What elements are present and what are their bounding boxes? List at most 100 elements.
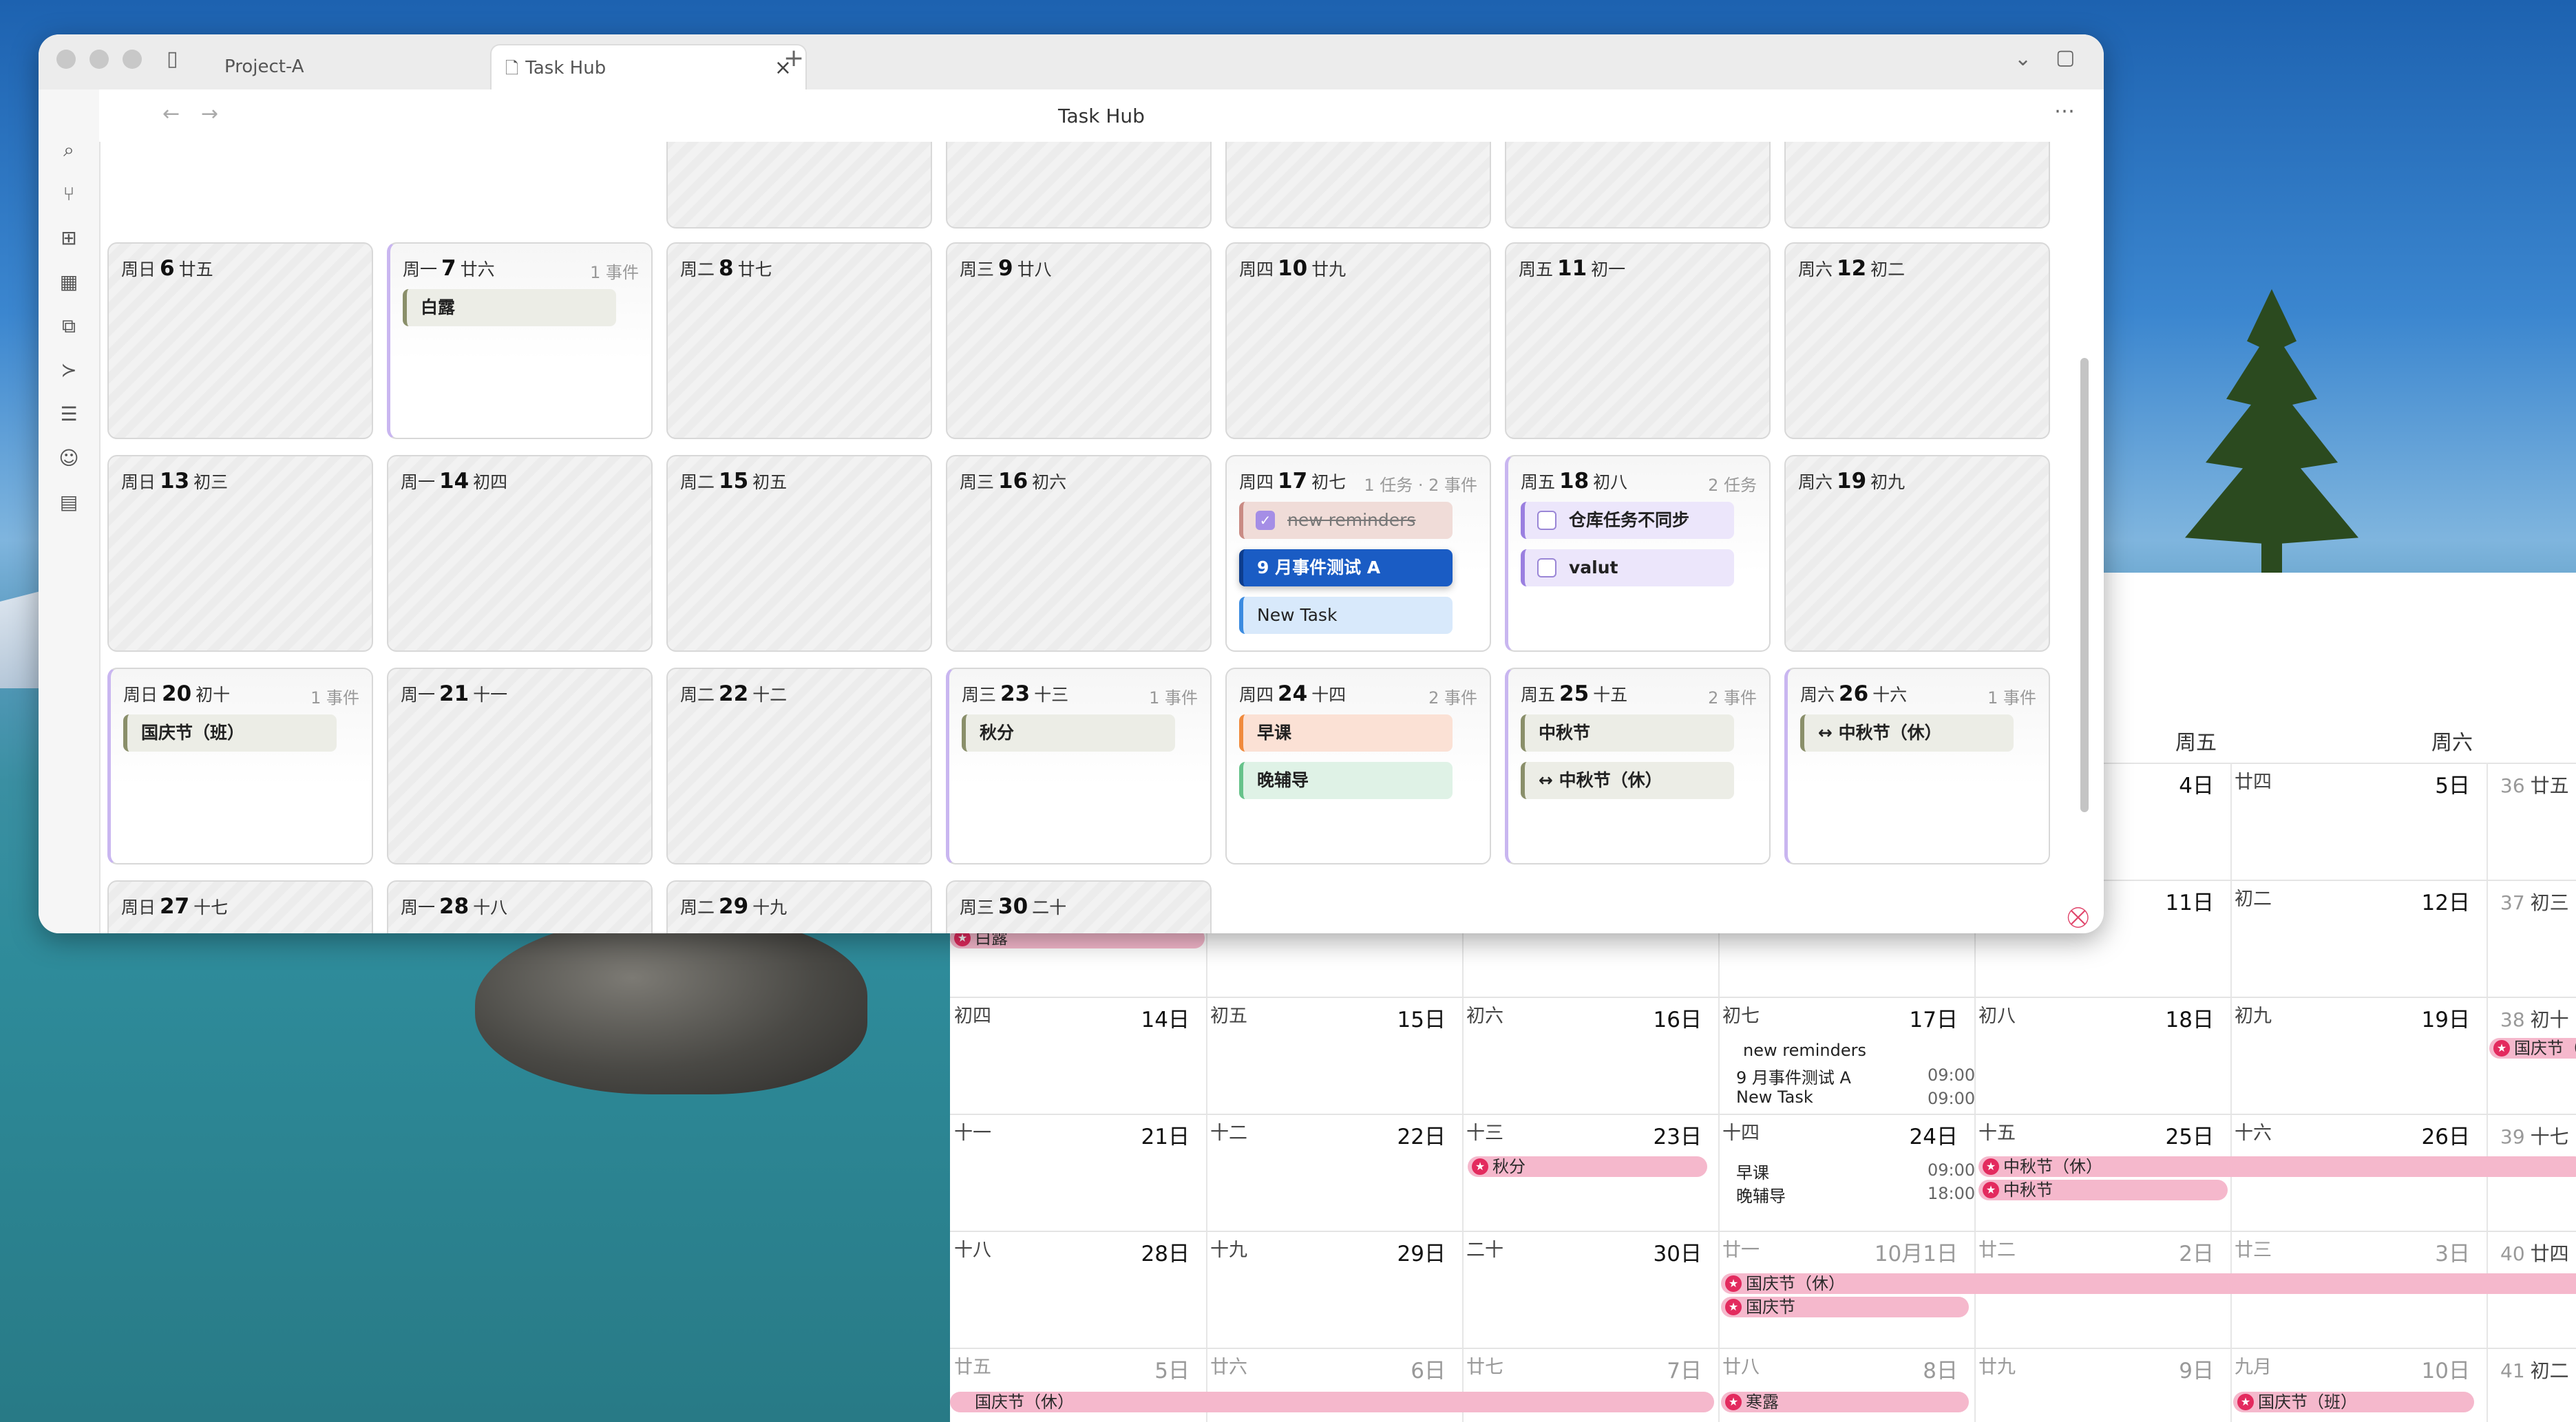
day-cell[interactable]: 周三 16 初六 <box>946 455 1212 652</box>
day-cell[interactable]: 周日 27 十七 <box>107 880 373 933</box>
task-item[interactable]: valut <box>1521 549 1734 586</box>
more-options-icon[interactable]: ⋯ <box>2054 99 2075 123</box>
bg-event-wanfudao[interactable]: 晚辅导 <box>1736 1182 1786 1207</box>
day-cell[interactable]: 周四 17 初七 1 任务 · 2 事件 ✓ new reminders 9 月事件测试 A… <box>1225 455 1491 652</box>
bg-day-cell[interactable]: 初九 19日 <box>2230 997 2487 1114</box>
bg-day-cell[interactable]: 初四 14日 <box>950 997 1206 1114</box>
day-cell[interactable]: 周六 19 初九 <box>1784 455 2050 652</box>
tab-project-a[interactable]: Project-A <box>224 44 520 89</box>
bg-day-cell[interactable]: 二十 30日 <box>1462 1231 1718 1348</box>
event-item[interactable]: 秋分 <box>962 714 1175 752</box>
sync-off-icon[interactable]: ⛒ <box>2067 905 2089 929</box>
zoom-window-button[interactable] <box>123 50 142 69</box>
bg-day-cell[interactable]: 初五 15日 <box>1206 997 1462 1114</box>
day-cell[interactable]: 周一 14 初四 <box>387 455 653 652</box>
bg-day-cell[interactable]: 廿九 9日 <box>1974 1348 2230 1422</box>
day-cell[interactable]: 周四 24 十四 2 事件 早课 晚辅导 <box>1225 668 1491 864</box>
event-item[interactable]: 白露 <box>403 289 616 326</box>
bg-event-zaoke[interactable]: 早课 <box>1736 1159 1769 1183</box>
bg-day-cell[interactable]: 初八 18日 <box>1974 997 2230 1114</box>
bg-day-cell[interactable]: 初六 16日 <box>1462 997 1718 1114</box>
bg-event-a-time[interactable]: 09:00 <box>1928 1065 1975 1085</box>
day-cell[interactable]: 周二 22 十二 <box>666 668 932 864</box>
bg-event-zaoke-time[interactable]: 09:00 <box>1928 1160 1975 1180</box>
tab-task-hub[interactable]: 🗋 Task Hub × <box>490 44 807 89</box>
event-item[interactable]: 早课 <box>1239 714 1453 752</box>
day-cell-previous-week[interactable] <box>1784 142 2050 229</box>
day-cell[interactable]: 周二 15 初五 <box>666 455 932 652</box>
event-item[interactable]: ↔ 中秋节（休） <box>1521 762 1734 799</box>
event-label: 早课 <box>1257 723 1292 743</box>
event-item[interactable]: New Task <box>1239 597 1453 634</box>
day-cell[interactable]: 周日 20 初十 1 事件 国庆节（班） <box>107 668 373 864</box>
bg-event-new-task-time[interactable]: 09:00 <box>1928 1089 1975 1108</box>
close-window-button[interactable] <box>56 50 76 69</box>
bg-day-cell[interactable]: 十八 28日 <box>950 1231 1206 1348</box>
day-cell[interactable]: 周六 26 十六 1 事件 ↔ 中秋节（休） <box>1784 668 2050 864</box>
day-cell[interactable]: 周六 12 初二 <box>1784 242 2050 439</box>
bg-event-guoqing-xiu[interactable]: ★ 国庆节（休） <box>1721 1273 2576 1294</box>
day-cell[interactable]: 周日 13 初三 <box>107 455 373 652</box>
task-item[interactable]: ✓ new reminders <box>1239 502 1453 539</box>
task-checkbox[interactable] <box>1537 558 1556 577</box>
chevron-down-icon[interactable]: ⌄ <box>2014 47 2031 71</box>
event-item[interactable]: 中秋节 <box>1521 714 1734 752</box>
grid-icon[interactable]: ⊞ <box>56 226 81 251</box>
task-checkbox[interactable] <box>1537 511 1556 530</box>
event-item[interactable]: 9 月事件测试 A <box>1239 549 1453 586</box>
terminal-icon[interactable]: ≻ <box>56 358 81 383</box>
new-tab-button[interactable]: + <box>783 44 804 72</box>
day-cell[interactable]: 周二 29 十九 <box>666 880 932 933</box>
task-item[interactable]: 仓库任务不同步 <box>1521 502 1734 539</box>
day-cell[interactable]: 周五 25 十五 2 事件 中秋节 ↔ 中秋节（休） <box>1505 668 1771 864</box>
bg-event-wanfudao-time[interactable]: 18:00 <box>1928 1184 1975 1203</box>
copy-icon[interactable]: ⧉ <box>56 314 81 339</box>
bg-event-zhongqiu-xiu[interactable]: ★ 中秋节（休） <box>1978 1156 2576 1177</box>
bg-day-cell[interactable]: 廿四 5日 <box>2230 763 2487 880</box>
bg-event-new-reminders[interactable]: new reminders <box>1743 1041 1866 1060</box>
day-cell[interactable]: 周二 8 廿七 <box>666 242 932 439</box>
scrollbar[interactable] <box>2080 358 2089 812</box>
day-cell[interactable]: 周日 6 廿五 <box>107 242 373 439</box>
sidebar-toggle-icon[interactable]: ▯ <box>167 47 178 71</box>
day-cell[interactable]: 周一 28 十八 <box>387 880 653 933</box>
day-cell[interactable]: 周四 10 廿九 <box>1225 242 1491 439</box>
day-cell-previous-week[interactable] <box>1505 142 1771 229</box>
bg-event-hanlu[interactable]: ★ 寒露 <box>1721 1392 1969 1412</box>
list-icon[interactable]: ☰ <box>56 402 81 427</box>
day-cell-previous-week[interactable] <box>1225 142 1491 229</box>
event-item[interactable]: 国庆节（班） <box>123 714 337 752</box>
bg-event-guoqing-ban-2[interactable]: ★国庆节（班） <box>2489 1038 2576 1059</box>
event-item[interactable]: 晚辅导 <box>1239 762 1453 799</box>
bg-day-cell[interactable]: 十二 22日 <box>1206 1114 1462 1231</box>
day-cell-previous-week[interactable] <box>666 142 932 229</box>
day-cell[interactable]: 周五 11 初一 <box>1505 242 1771 439</box>
bg-event-qiufen[interactable]: ★ 秋分 <box>1468 1156 1707 1177</box>
search-file-icon[interactable]: ⌕ <box>56 138 81 162</box>
note-icon[interactable]: ▤ <box>56 490 81 515</box>
day-cell[interactable]: 周一 7 廿六 1 事件 白露 <box>387 242 653 439</box>
bg-event-guoqing-ban[interactable]: ★ 国庆节（班） <box>2233 1392 2474 1412</box>
day-cell[interactable]: 周三 23 十三 1 事件 秋分 <box>946 668 1212 864</box>
lunar-label: 十八 <box>473 898 508 917</box>
task-checkbox[interactable]: ✓ <box>1256 511 1275 530</box>
bg-event-guoqing-xiu-2[interactable]: 国庆节（休） <box>950 1392 1714 1412</box>
layout-toggle-icon[interactable]: ▢ <box>2056 45 2075 70</box>
calendar-icon[interactable]: ▦ <box>56 270 81 295</box>
bg-day-cell[interactable]: 十一 21日 <box>950 1114 1206 1231</box>
emoji-icon[interactable]: ☺ <box>56 446 81 471</box>
bg-event-a[interactable]: 9 月事件测试 A <box>1736 1064 1851 1088</box>
bg-event-new-task[interactable]: New Task <box>1736 1087 1813 1107</box>
day-cell-previous-week[interactable] <box>946 142 1212 229</box>
day-cell[interactable]: 周五 18 初八 2 任务 仓库任务不同步 valut <box>1505 455 1771 652</box>
event-item[interactable]: ↔ 中秋节（休） <box>1800 714 2014 752</box>
day-cell[interactable]: 周三 9 廿八 <box>946 242 1212 439</box>
graph-icon[interactable]: ⑂ <box>56 182 81 206</box>
bg-day-cell[interactable]: 十九 29日 <box>1206 1231 1462 1348</box>
day-cell[interactable]: 周一 21 十一 <box>387 668 653 864</box>
bg-event-zhongqiu[interactable]: ★ 中秋节 <box>1978 1180 2228 1200</box>
bg-event-guoqing[interactable]: ★ 国庆节 <box>1721 1297 1969 1317</box>
bg-day-cell[interactable]: 初二 12日 <box>2230 880 2487 997</box>
day-cell[interactable]: 周三 30 二十 <box>946 880 1212 933</box>
minimize-window-button[interactable] <box>89 50 109 69</box>
